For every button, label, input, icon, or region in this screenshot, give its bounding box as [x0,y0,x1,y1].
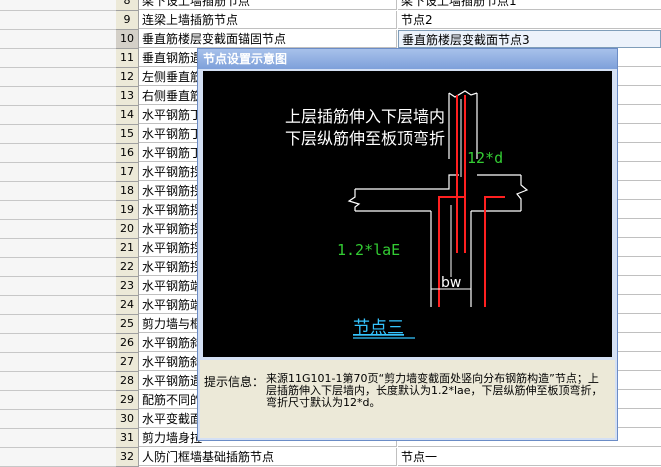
row-gutter [0,315,116,334]
row-gutter [0,353,116,372]
row-name-cell: 连梁上墙插筋节点 [139,11,397,29]
table-row[interactable]: 9 连梁上墙插筋节点 节点2 [0,11,661,30]
info-text: 来源11G101-1第70页“剪力墙变截面处竖向分布钢筋构造”节点；上层插筋伸入… [266,372,603,409]
row-number[interactable]: 14 [116,106,139,125]
row-number[interactable]: 27 [116,353,139,372]
row-number[interactable]: 28 [116,372,139,391]
row-number[interactable]: 25 [116,315,139,334]
row-gutter [0,391,116,410]
row-gutter [0,220,116,239]
row-gutter [0,106,116,125]
row-number[interactable]: 31 [116,429,139,448]
row-name-cell: 垂直筋楼层变截面锚固节点 [139,30,397,48]
row-number[interactable]: 26 [116,334,139,353]
lower-rebar-right [484,196,505,307]
row-gutter [0,296,116,315]
row-gutter [0,11,116,30]
row-number[interactable]: 9 [116,11,139,30]
row-gutter [0,239,116,258]
row-gutter [0,49,116,68]
row-gutter [0,258,116,277]
upper-wall-break [448,90,478,98]
slab-left-break [347,189,361,211]
info-label: 提示信息： [204,375,265,389]
row-number[interactable]: 17 [116,163,139,182]
row-gutter [0,448,116,467]
row-number[interactable]: 15 [116,125,139,144]
row-number[interactable]: 12 [116,68,139,87]
diagram-canvas: 上层插筋伸入下层墙内 下层纵筋伸至板顶弯折 12*d 1.2*laE bw 节点… [203,71,612,357]
row-gutter [0,68,116,87]
row-number[interactable]: 8 [116,0,139,11]
row-number[interactable]: 18 [116,182,139,201]
table-row[interactable]: 10 垂直筋楼层变截面锚固节点 垂直筋楼层变截面节点3 [0,30,661,49]
row-number[interactable]: 29 [116,391,139,410]
row-number[interactable]: 19 [116,201,139,220]
dim-12d-label: 12*d [467,149,503,167]
table-row[interactable]: 32 人防门框墙基础插筋节点 节点一 [0,448,661,467]
row-number[interactable]: 32 [116,448,139,467]
row-number[interactable]: 11 [116,49,139,68]
row-gutter [0,144,116,163]
slab-right-break [516,175,529,211]
diagram-caption: 节点三 [353,318,404,338]
row-number[interactable]: 10 [116,30,139,49]
row-gutter [0,372,116,391]
row-gutter [0,429,116,448]
row-value-cell[interactable]: 节点2 [398,11,661,29]
dim-lae-label: 1.2*laE [337,241,400,259]
note-line1: 上层插筋伸入下层墙内 [285,107,445,126]
row-number[interactable]: 16 [116,144,139,163]
row-value-cell[interactable]: 节点一 [398,448,661,466]
row-gutter [0,334,116,353]
row-name-cell: 梁下设上墙插筋节点 [139,0,397,10]
row-number[interactable]: 30 [116,410,139,429]
row-number[interactable]: 21 [116,239,139,258]
dim-bw-label: bw [441,275,461,291]
row-gutter [0,163,116,182]
row-value-cell[interactable]: 垂直筋楼层变截面节点3 [398,30,661,48]
row-gutter [0,201,116,220]
row-number[interactable]: 20 [116,220,139,239]
row-gutter [0,0,116,11]
dialog-title[interactable]: 节点设置示意图 [198,49,617,69]
row-gutter [0,30,116,49]
row-number[interactable]: 24 [116,296,139,315]
row-gutter [0,87,116,106]
row-value-cell[interactable]: 梁下设上墙插筋节点1 [398,0,661,10]
row-number[interactable]: 22 [116,258,139,277]
node-diagram: 上层插筋伸入下层墙内 下层纵筋伸至板顶弯折 12*d 1.2*laE bw 节点… [285,90,529,339]
row-gutter [0,182,116,201]
row-gutter [0,125,116,144]
row-gutter [0,410,116,429]
table-row[interactable]: 8 梁下设上墙插筋节点 梁下设上墙插筋节点1 [0,0,661,11]
node-diagram-dialog: 节点设置示意图 上层插筋伸入下层墙内 下层纵筋伸至板顶弯折 12*d 1.2*l… [197,48,618,441]
info-panel: 提示信息： 来源11G101-1第70页“剪力墙变截面处竖向分布钢筋构造”节点；… [200,360,615,438]
row-number[interactable]: 13 [116,87,139,106]
row-name-cell: 人防门框墙基础插筋节点 [139,448,397,466]
row-number[interactable]: 23 [116,277,139,296]
row-gutter [0,277,116,296]
note-line2: 下层纵筋伸至板顶弯折 [285,129,445,148]
